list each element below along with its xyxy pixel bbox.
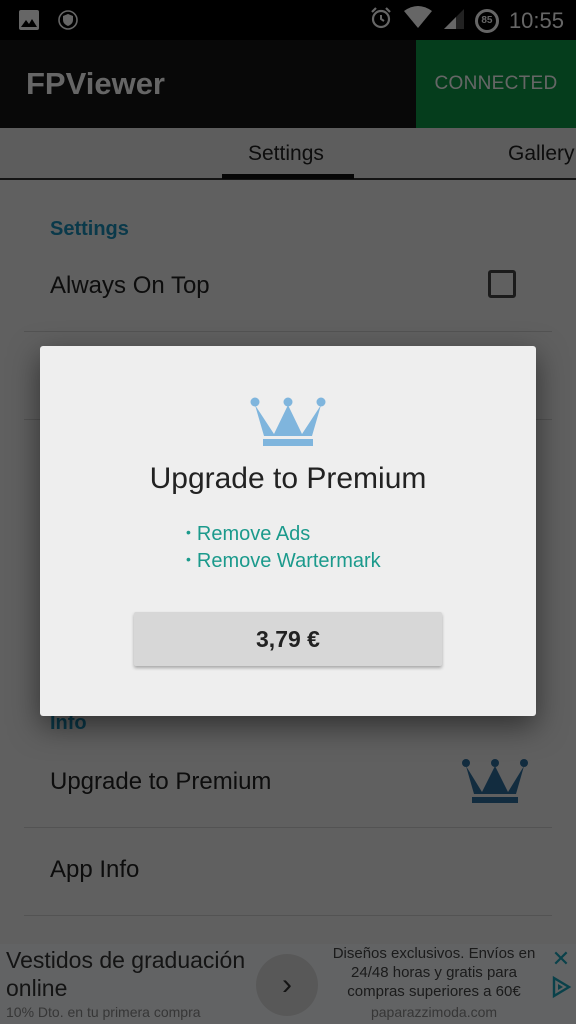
upgrade-dialog: Upgrade to Premium Remove Ads Remove War… xyxy=(40,346,536,716)
crown-icon xyxy=(250,396,326,453)
benefit-item: Remove Ads xyxy=(186,520,381,547)
benefit-item: Remove Wartermark xyxy=(186,547,381,574)
dialog-title: Upgrade to Premium xyxy=(149,462,427,495)
buy-premium-button[interactable]: 3,79 € xyxy=(134,612,442,666)
benefits-list: Remove Ads Remove Wartermark xyxy=(186,520,381,574)
